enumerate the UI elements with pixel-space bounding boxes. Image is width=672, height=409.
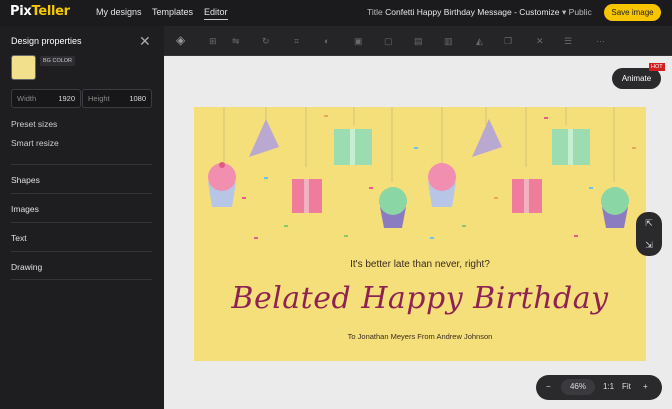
sidebar: Design properties ✕ BG COLOR Width 1920 … — [0, 26, 164, 409]
hot-badge: HOT — [649, 63, 665, 71]
logo-text-teller: Teller — [31, 4, 70, 19]
fill-icon[interactable]: ◭ — [476, 36, 483, 47]
message-line-3[interactable]: To Jonathan Meyers From Andrew Johnson — [194, 332, 646, 341]
smart-resize-link[interactable]: Smart resize — [11, 138, 59, 148]
section-drawing[interactable]: Drawing — [11, 251, 152, 280]
cupcake-decoration — [208, 162, 236, 207]
border-icon[interactable]: ▢ — [384, 36, 393, 47]
section-shapes[interactable]: Shapes — [11, 164, 152, 193]
zoom-fit-button[interactable]: Fit — [622, 382, 631, 391]
height-value[interactable]: 1080 — [129, 94, 146, 103]
width-label: Width — [17, 94, 37, 103]
flip-icon[interactable]: ⇋ — [232, 36, 240, 47]
import-icon[interactable]: ⇲ — [645, 240, 653, 251]
height-label: Height — [88, 94, 110, 103]
nav-editor[interactable]: Editor — [204, 7, 228, 20]
zoom-1to1-button[interactable]: 1:1 — [603, 382, 614, 391]
group-icon[interactable]: ▥ — [444, 36, 453, 47]
design-canvas[interactable]: It's better late than never, right? Bela… — [194, 107, 646, 361]
preset-sizes-link[interactable]: Preset sizes — [11, 119, 57, 129]
crop-icon[interactable]: ⌗ — [294, 36, 299, 47]
visibility-value: Public — [568, 7, 592, 17]
logo-text-pix: Pix — [10, 4, 32, 19]
lock-icon[interactable]: ▤ — [414, 36, 423, 47]
shadow-icon[interactable]: ▣ — [354, 36, 363, 47]
zoom-in-button[interactable]: + — [643, 382, 648, 391]
side-tools: ⇱ ⇲ — [636, 212, 662, 256]
title-label: Title — [367, 7, 383, 17]
message-line-1[interactable]: It's better late than never, right? — [194, 259, 646, 270]
design-title[interactable]: Title Confetti Happy Birthday Message - … — [367, 7, 559, 17]
bg-color-tag: BG COLOR — [40, 56, 76, 66]
editor-toolbar: ◈ ⊞ ⇋ ↻ ⌗ ◐ ▣ ▢ ▤ ▥ ◭ ❐ ✕ ☰ ⋯ — [164, 26, 672, 56]
width-value[interactable]: 1920 — [58, 94, 75, 103]
section-images[interactable]: Images — [11, 193, 152, 222]
save-image-button[interactable]: Save image — [604, 4, 661, 21]
more-options-icon[interactable]: ⋯ — [596, 36, 605, 47]
align-icon[interactable]: ⊞ — [209, 36, 217, 47]
section-text[interactable]: Text — [11, 222, 152, 251]
visibility-dropdown[interactable]: ▾ Public — [562, 7, 592, 18]
arrange-icon[interactable]: ☰ — [564, 36, 572, 47]
export-icon[interactable]: ⇱ — [645, 218, 653, 229]
opacity-icon[interactable]: ◐ — [324, 36, 329, 46]
chevron-down-icon: ▾ — [562, 7, 567, 17]
top-bar: PixTeller My designs Templates Editor Ti… — [0, 0, 672, 26]
delete-icon[interactable]: ✕ — [536, 36, 544, 47]
nav-templates[interactable]: Templates — [152, 7, 193, 17]
rotate-icon[interactable]: ↻ — [262, 36, 270, 47]
zoom-bar: − 46% 1:1 Fit + — [536, 375, 662, 400]
birthday-illustration — [208, 107, 636, 239]
message-headline[interactable]: Belated Happy Birthday — [194, 281, 646, 316]
duplicate-icon[interactable]: ❐ — [504, 36, 512, 47]
pixteller-logo[interactable]: PixTeller — [10, 4, 70, 19]
close-icon[interactable]: ✕ — [139, 33, 151, 50]
bg-color-swatch[interactable] — [11, 55, 36, 80]
zoom-value[interactable]: 46% — [561, 379, 595, 395]
height-field[interactable]: Height 1080 — [82, 89, 152, 108]
zoom-out-button[interactable]: − — [546, 382, 551, 391]
title-value[interactable]: Confetti Happy Birthday Message - Custom… — [385, 7, 559, 17]
sidebar-title: Design properties — [11, 36, 82, 46]
animate-button[interactable]: Animate — [612, 68, 661, 89]
width-field[interactable]: Width 1920 — [11, 89, 81, 108]
layers-icon[interactable]: ◈ — [176, 33, 185, 47]
nav-my-designs[interactable]: My designs — [96, 7, 142, 17]
